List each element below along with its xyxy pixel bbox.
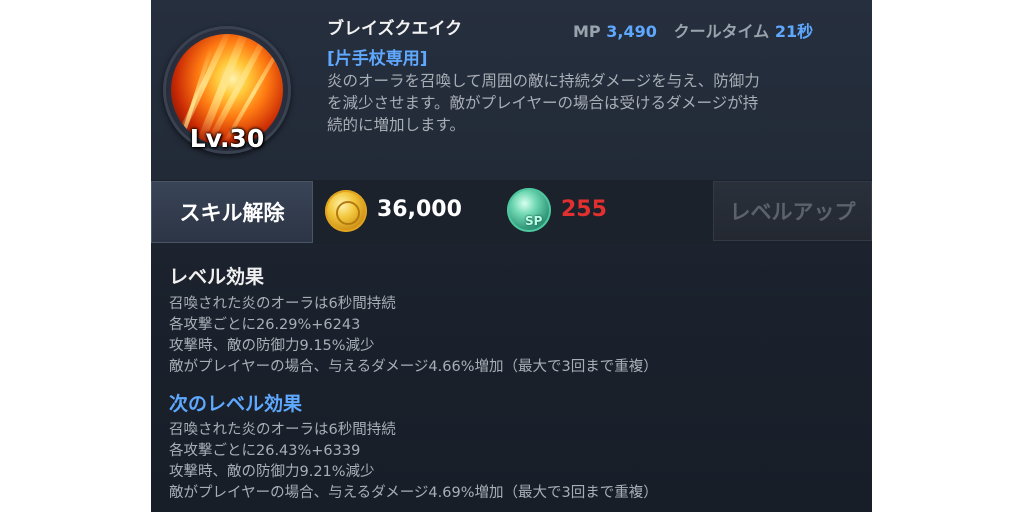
sp-cost: 255 [561,197,607,222]
next-level-effect-line: 攻撃時、敵の防御力9.21%減少 [169,464,375,480]
cooldown-value: 21秒 [774,22,814,41]
skill-cost-cooldown: MP 3,490 クールタイム 21秒 [573,18,813,42]
next-level-effect-title: 次のレベル効果 [169,393,303,415]
cooldown-label: クールタイム [673,22,770,41]
gold-cost: 36,000 [377,197,462,222]
skill-detail-panel: Lv.30 ブレイズクエイク MP 3,490 クールタイム 21秒 [片手杖専… [151,0,872,512]
next-level-effect-line: 召喚された炎のオーラは6秒間持続 [169,422,396,438]
skill-release-button[interactable]: スキル解除 [151,181,313,243]
skill-level: Lv.30 [189,124,265,153]
action-row: スキル解除 36,000 SP 255 レベルアップ [151,180,872,244]
skill-name: ブレイズクエイク [327,19,463,39]
mp-label: MP [573,22,601,41]
level-effect-line: 召喚された炎のオーラは6秒間持続 [169,296,396,312]
description-line: 炎のオーラを召喚して周囲の敵に持続ダメージを与え、防御力 [327,72,760,90]
description-line: 続的に増加します。 [327,116,465,134]
skill-description: 炎のオーラを召喚して周囲の敵に持続ダメージを与え、防御力 を減少させます。敵がプ… [327,70,857,136]
mp-value: 3,490 [606,22,657,41]
description-line: を減少させます。敵がプレイヤーの場合は受けるダメージが持 [327,94,759,112]
next-level-effect-line: 敵がプレイヤーの場合、与えるダメージ4.69%増加（最大で3回まで重複） [169,485,658,501]
level-effect-line: 各攻撃ごとに26.29%+6243 [169,317,361,333]
next-level-effect-line: 各攻撃ごとに26.43%+6339 [169,443,361,459]
skill-header: Lv.30 ブレイズクエイク MP 3,490 クールタイム 21秒 [片手杖専… [151,0,872,180]
level-effect-line: 攻撃時、敵の防御力9.15%減少 [169,338,375,354]
level-effect-title: レベル効果 [169,266,265,288]
level-effect-line: 敵がプレイヤーの場合、与えるダメージ4.66%増加（最大で3回まで重複） [169,359,658,375]
weapon-restriction: [片手杖専用] [327,49,428,69]
sp-label: SP [525,214,543,228]
level-up-button[interactable]: レベルアップ [713,181,872,241]
gold-coin-icon [325,190,367,232]
